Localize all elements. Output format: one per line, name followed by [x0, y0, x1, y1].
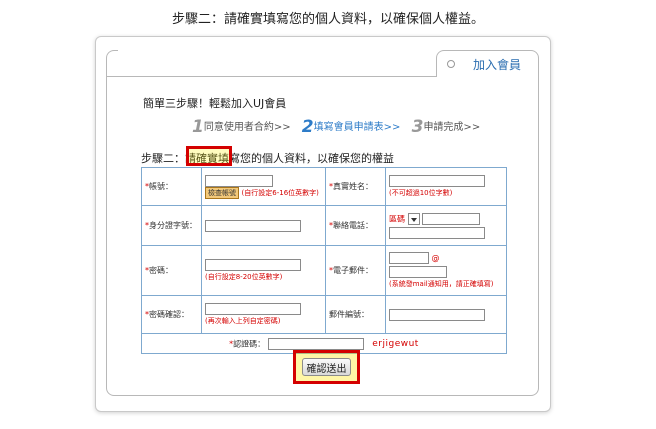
phone-label: *聯絡電話： — [325, 205, 386, 246]
step-2: 2填寫會員申請表>> — [301, 117, 401, 137]
id-number-input[interactable] — [205, 219, 301, 232]
account-input[interactable] — [205, 174, 273, 187]
email-user-input[interactable] — [389, 252, 429, 264]
phone-extra-input[interactable] — [389, 226, 485, 239]
real-name-label: *真實姓名： — [325, 167, 386, 206]
check-account-button[interactable]: 檢查帳號 — [205, 186, 239, 199]
captcha-label: 認證碼： — [233, 339, 266, 348]
email-label: *電子郵件： — [325, 245, 386, 296]
account-label: *帳號： — [141, 167, 202, 206]
submit-button[interactable]: 確認送出 — [302, 358, 351, 376]
password-input[interactable] — [205, 259, 301, 271]
account-hint: (自行設定6-16位英數字) — [241, 189, 319, 197]
highlight-box — [186, 146, 232, 166]
intro-text: 簡單三步驟！輕鬆加入UJ會員 — [143, 97, 287, 110]
step-1: 1同意使用者合約>> — [192, 117, 291, 137]
password-hint: (自行設定8-20位英數字) — [205, 273, 283, 281]
email-domain-input[interactable] — [389, 266, 447, 278]
id-number-label: *身分證字號： — [141, 205, 202, 246]
circle-icon — [447, 60, 455, 68]
password-confirm-input[interactable] — [205, 303, 301, 315]
step-3: 3申請完成>> — [411, 117, 481, 137]
password-label: *密碼： — [141, 245, 202, 296]
real-name-hint: (不可超過10位字數) — [389, 189, 453, 197]
zip-input[interactable] — [389, 308, 485, 321]
captcha-code: erjigewut — [372, 339, 419, 349]
at-sign: @ — [431, 253, 440, 263]
captcha-input[interactable] — [267, 337, 364, 350]
password-confirm-label: *密碼確認： — [141, 295, 202, 334]
area-code-select[interactable] — [407, 212, 420, 225]
step-indicator: 1同意使用者合約>> 2填寫會員申請表>> 3申請完成>> — [192, 117, 488, 139]
zip-label: 郵件編號： — [325, 295, 386, 334]
tab-join-member[interactable]: 加入會員 — [436, 50, 539, 77]
page-heading: 步驟二：請確實填寫您的個人資料，以確保個人權益。 — [171, 12, 484, 27]
phone-number-input[interactable] — [422, 212, 481, 225]
submit-highlight: 確認送出 — [293, 350, 360, 384]
tab-label: 加入會員 — [473, 58, 522, 72]
password-confirm-hint: (再次輸入上列自定密碼) — [205, 317, 281, 325]
registration-form: *帳號： 檢查帳號 (自行設定6-16位英數字) *真實姓名： (不可超過10位… — [141, 167, 507, 354]
area-code-label: 區碼 — [389, 214, 405, 223]
email-hint: (系統發mail通知用，請正確填寫) — [389, 280, 494, 288]
real-name-input[interactable] — [389, 175, 485, 187]
form-subtitle: 步驟二：請確實填寫您的個人資料，以確保您的權益 — [141, 152, 394, 165]
panel-corner — [106, 50, 118, 77]
